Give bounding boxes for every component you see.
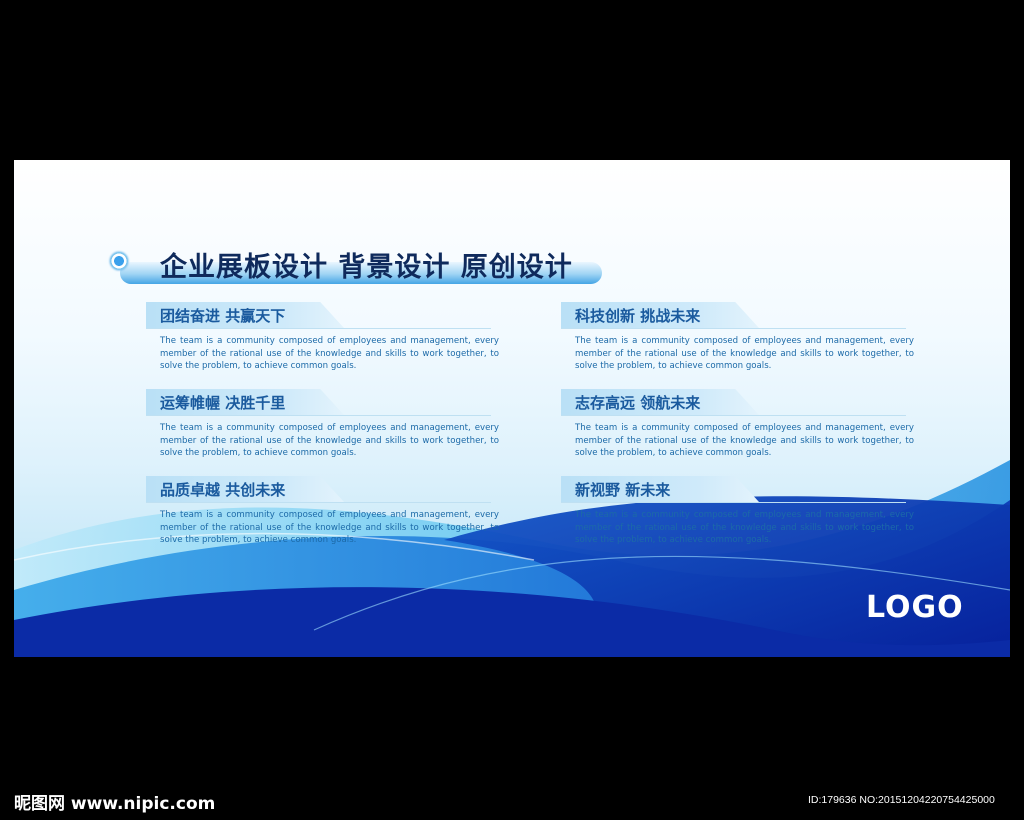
display-board: 企业展板设计 背景设计 原创设计 团结奋进 共赢天下 The team is a… xyxy=(14,160,1010,657)
section-block: 科技创新 挑战未来 The team is a community compos… xyxy=(561,302,914,373)
board-title: 企业展板设计 背景设计 原创设计 xyxy=(160,252,573,283)
watermark-id: ID:179636 NO:20151204220754425000 xyxy=(808,794,995,806)
section-block: 运筹帷幄 决胜千里 The team is a community compos… xyxy=(146,389,499,460)
section-body: The team is a community composed of empl… xyxy=(575,336,914,371)
section-block: 新视野 新未来 The team is a community composed… xyxy=(561,476,914,547)
title-bullet-icon xyxy=(110,252,128,270)
section-block: 志存高远 领航未来 The team is a community compos… xyxy=(561,389,914,460)
section-body: The team is a community composed of empl… xyxy=(160,336,499,371)
section-body: The team is a community composed of empl… xyxy=(160,423,499,458)
section-body: The team is a community composed of empl… xyxy=(575,510,914,545)
section-title: 新视野 新未来 xyxy=(575,481,671,499)
section-body: The team is a community composed of empl… xyxy=(575,423,914,458)
section-title: 团结奋进 共赢天下 xyxy=(160,307,286,325)
section-title: 志存高远 领航未来 xyxy=(575,394,701,412)
watermark-site: 昵图网 www.nipic.com xyxy=(14,794,216,814)
logo: LOGO xyxy=(866,590,964,625)
section-block: 团结奋进 共赢天下 The team is a community compos… xyxy=(146,302,499,373)
section-title: 科技创新 挑战未来 xyxy=(575,307,701,325)
section-title: 运筹帷幄 决胜千里 xyxy=(160,394,286,412)
section-title: 品质卓越 共创未来 xyxy=(160,481,286,499)
section-body: The team is a community composed of empl… xyxy=(160,510,499,545)
section-block: 品质卓越 共创未来 The team is a community compos… xyxy=(146,476,499,547)
